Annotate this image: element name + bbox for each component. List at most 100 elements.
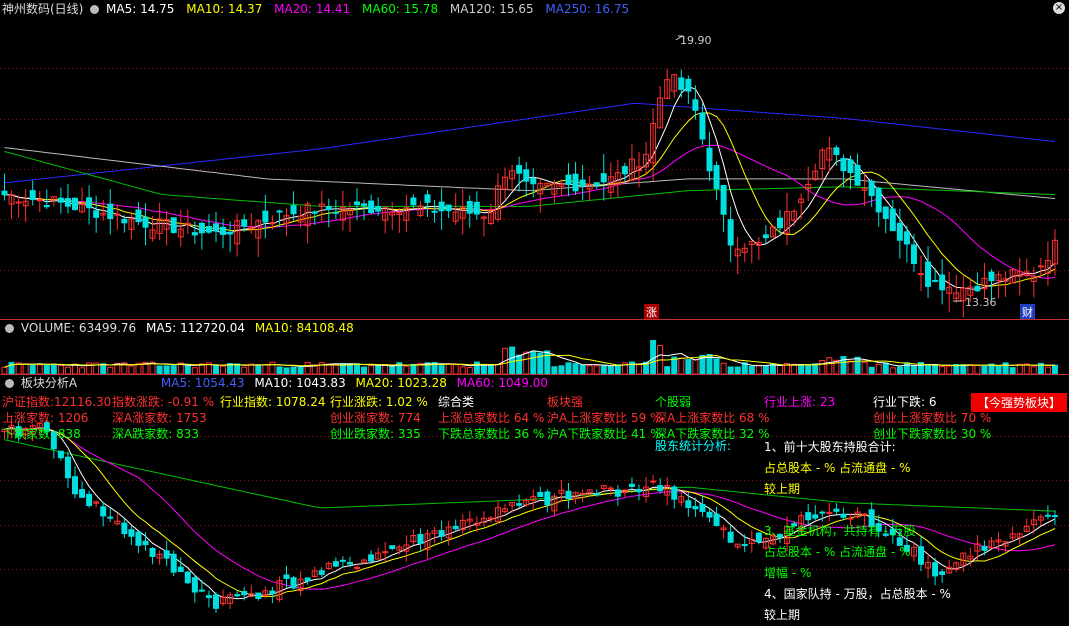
volume-bar [692, 358, 699, 374]
info-c7-0: 个股弱 [655, 395, 692, 409]
volume-chart[interactable] [0, 337, 1069, 374]
candle-body [283, 574, 290, 579]
candle-body [205, 595, 212, 599]
candle-body [579, 492, 586, 495]
volume-bar [495, 363, 501, 374]
candle-body [64, 456, 71, 479]
candle-body [64, 197, 71, 207]
volume-bar [974, 364, 981, 374]
volume-bar [868, 366, 875, 374]
volume-bar [593, 365, 600, 374]
candle-body [840, 157, 847, 172]
candle-body [487, 517, 494, 520]
sector-dot-icon[interactable] [5, 379, 14, 388]
volume-bar [910, 365, 917, 374]
candle-body [593, 493, 600, 496]
volume-bar [967, 364, 974, 374]
volume-bar [798, 364, 805, 374]
volume-bar [262, 364, 269, 374]
info-c5-1: 上涨总家数比 64 % [438, 411, 545, 425]
candle-body [354, 201, 360, 206]
candle-body [727, 531, 734, 543]
volume-bar [29, 364, 36, 374]
volume-bar [269, 361, 276, 374]
info-col-7: 个股弱 深A上涨家数比 68 % 深A下跌家数比 32 % [655, 394, 770, 442]
close-icon[interactable]: × [1053, 2, 1065, 14]
volume-bar [530, 350, 537, 374]
volume-bar [762, 365, 769, 374]
finance-badge[interactable]: 财 [1020, 304, 1035, 320]
candle-body [572, 173, 579, 192]
main-ma-4: MA120: 15.65 [449, 2, 534, 16]
volume-bar [107, 366, 114, 374]
volume-bar [558, 365, 565, 374]
candle-body [875, 187, 882, 213]
main-ma-3: MA60: 15.78 [362, 2, 439, 16]
volume-bar [213, 365, 219, 374]
volume-bar [847, 360, 854, 374]
volume-bar [241, 366, 248, 374]
candle-body [706, 511, 713, 518]
volume-bar [276, 366, 283, 374]
volume-ma5: MA5: 112720.04 [146, 321, 245, 335]
candle-body [29, 190, 36, 201]
candle-body [255, 592, 262, 599]
volume-bar [234, 363, 241, 374]
ma250-line [4, 102, 1056, 184]
volume-bar [932, 365, 939, 374]
volume-bar [354, 363, 360, 374]
candle-body [142, 540, 149, 546]
candle-body [36, 199, 43, 202]
candle-body [290, 205, 297, 215]
info-col-9: 行业下跌: 6 创业上涨家数比 70 % 创业下跌家数比 30 % [873, 394, 991, 442]
candle-body [889, 208, 896, 232]
volume-bar [36, 364, 43, 374]
candle-body [537, 491, 544, 498]
info-col-5: 综合类 上涨总家数比 64 % 下跌总家数比 36 % [438, 394, 544, 442]
volume-bar [861, 361, 868, 374]
volume-bar [410, 363, 417, 374]
volume-bar [882, 362, 889, 374]
volume-dot-icon[interactable] [5, 324, 14, 333]
info-col-6: 板块强 沪A上涨家数比 59 % 沪A下跌家数比 41 % [547, 394, 662, 442]
candle-body [93, 210, 100, 218]
candle-body [777, 217, 783, 229]
candle-body [614, 489, 621, 497]
volume-bar [981, 365, 988, 374]
volume-bar [1044, 366, 1051, 374]
candle-body [135, 531, 142, 546]
volume-bar [473, 361, 480, 374]
candle-body [121, 218, 128, 224]
share-6: 增幅 - % [764, 566, 812, 580]
volume-bar [600, 364, 607, 374]
info-c8-0: 行业上涨: 23 [764, 395, 836, 409]
candle-body [974, 285, 981, 292]
candle-body [918, 273, 924, 276]
ma10-line [4, 112, 1056, 287]
candle-body [565, 490, 572, 500]
candle-body [1044, 514, 1051, 517]
volume-ma10: MA10: 84108.48 [254, 321, 354, 335]
volume-bar [636, 363, 642, 374]
candle-body [43, 204, 50, 208]
main-price-chart[interactable] [0, 18, 1069, 320]
volume-bar [403, 365, 410, 374]
candle-body [981, 545, 988, 551]
up-badge[interactable]: 涨 [644, 304, 659, 320]
share-8: 较上期 [764, 608, 801, 622]
settings-dot-icon[interactable] [90, 5, 100, 14]
volume-bar [748, 365, 755, 374]
candle-body [650, 480, 657, 483]
volume-bar [50, 363, 57, 374]
candle-body [699, 503, 706, 512]
candle-body [699, 112, 706, 140]
candle-body [678, 77, 685, 90]
candle-body [473, 201, 480, 215]
share-3: 较上期 [764, 482, 801, 496]
volume-bar [805, 365, 812, 374]
candle-body [523, 169, 530, 182]
candle-body [72, 197, 78, 211]
candle-body [621, 166, 628, 175]
volume-bar [946, 365, 953, 374]
